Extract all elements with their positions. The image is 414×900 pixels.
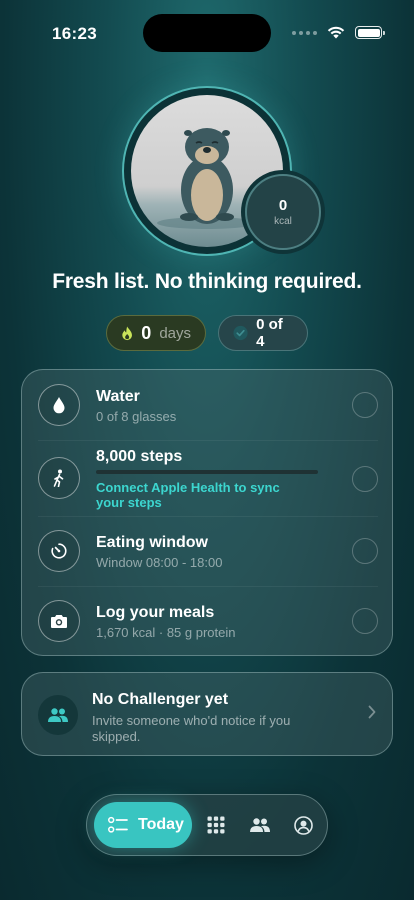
task-water[interactable]: Water 0 of 8 glasses bbox=[22, 370, 394, 440]
kcal-value: 0 bbox=[278, 197, 288, 214]
streak-count: 0 bbox=[141, 322, 152, 343]
tab-today-label: Today bbox=[138, 816, 184, 833]
tab-friends[interactable] bbox=[247, 812, 273, 838]
task-eating-window[interactable]: Eating window Window 08:00 - 18:00 bbox=[22, 516, 394, 586]
water-drop-icon bbox=[38, 384, 80, 426]
streak-label: days bbox=[159, 324, 191, 342]
battery-icon bbox=[355, 26, 385, 39]
steps-progress-bar bbox=[96, 470, 318, 474]
tasks-progress-pill[interactable]: 0 of 4 bbox=[218, 315, 308, 351]
daily-tasks-card: Water 0 of 8 glasses 8,000 steps Connect… bbox=[21, 369, 393, 656]
checklist-icon bbox=[108, 816, 128, 833]
task-title: Water bbox=[96, 388, 140, 405]
tab-bar: Today bbox=[86, 794, 328, 856]
connect-apple-health-link[interactable]: Connect Apple Health to sync your steps bbox=[96, 480, 306, 510]
profile-icon bbox=[293, 815, 313, 835]
wifi-icon bbox=[327, 26, 345, 39]
tab-profile[interactable] bbox=[290, 812, 316, 838]
challenger-title: No Challenger yet bbox=[92, 691, 229, 708]
dynamic-island bbox=[143, 14, 271, 52]
task-subtitle: 0 of 8 glasses bbox=[96, 409, 177, 424]
cellular-icon bbox=[292, 30, 317, 35]
task-checkbox[interactable] bbox=[352, 392, 378, 418]
kcal-badge: 0 kcal bbox=[245, 174, 321, 250]
task-checkbox[interactable] bbox=[352, 466, 378, 492]
task-title: Eating window bbox=[96, 534, 208, 551]
tab-today[interactable]: Today bbox=[94, 802, 192, 848]
kcal-unit: kcal bbox=[274, 216, 292, 227]
task-steps[interactable]: 8,000 steps Connect Apple Health to sync… bbox=[22, 440, 394, 516]
task-checkbox[interactable] bbox=[352, 608, 378, 634]
people-icon bbox=[250, 818, 270, 832]
challenger-card[interactable]: No Challenger yet Invite someone who'd n… bbox=[21, 672, 393, 756]
chevron-right-icon bbox=[368, 705, 376, 719]
task-title: Log your meals bbox=[96, 604, 215, 621]
status-icons bbox=[292, 26, 385, 39]
task-title: 8,000 steps bbox=[96, 448, 183, 465]
streak-pill[interactable]: 0 days bbox=[106, 315, 206, 351]
task-subtitle: Window 08:00 - 18:00 bbox=[96, 555, 223, 570]
check-circle-icon bbox=[233, 325, 248, 341]
status-time: 16:23 bbox=[52, 24, 97, 43]
flame-icon bbox=[122, 325, 132, 340]
people-icon bbox=[38, 695, 78, 735]
camera-icon bbox=[38, 600, 80, 642]
tab-grid[interactable] bbox=[203, 812, 229, 838]
task-log-meals[interactable]: Log your meals 1,670 kcal · 85 g protein bbox=[22, 586, 394, 656]
page-headline: Fresh list. No thinking required. bbox=[52, 270, 362, 293]
challenger-subtitle: Invite someone who'd notice if you skipp… bbox=[92, 713, 291, 744]
walking-person-icon bbox=[38, 457, 80, 499]
task-checkbox[interactable] bbox=[352, 538, 378, 564]
status-bar: 16:23 bbox=[0, 0, 414, 60]
timer-icon bbox=[38, 530, 80, 572]
task-subtitle: 1,670 kcal · 85 g protein bbox=[96, 625, 236, 640]
grid-icon bbox=[207, 816, 225, 834]
tasks-progress-value: 0 of 4 bbox=[256, 316, 283, 350]
